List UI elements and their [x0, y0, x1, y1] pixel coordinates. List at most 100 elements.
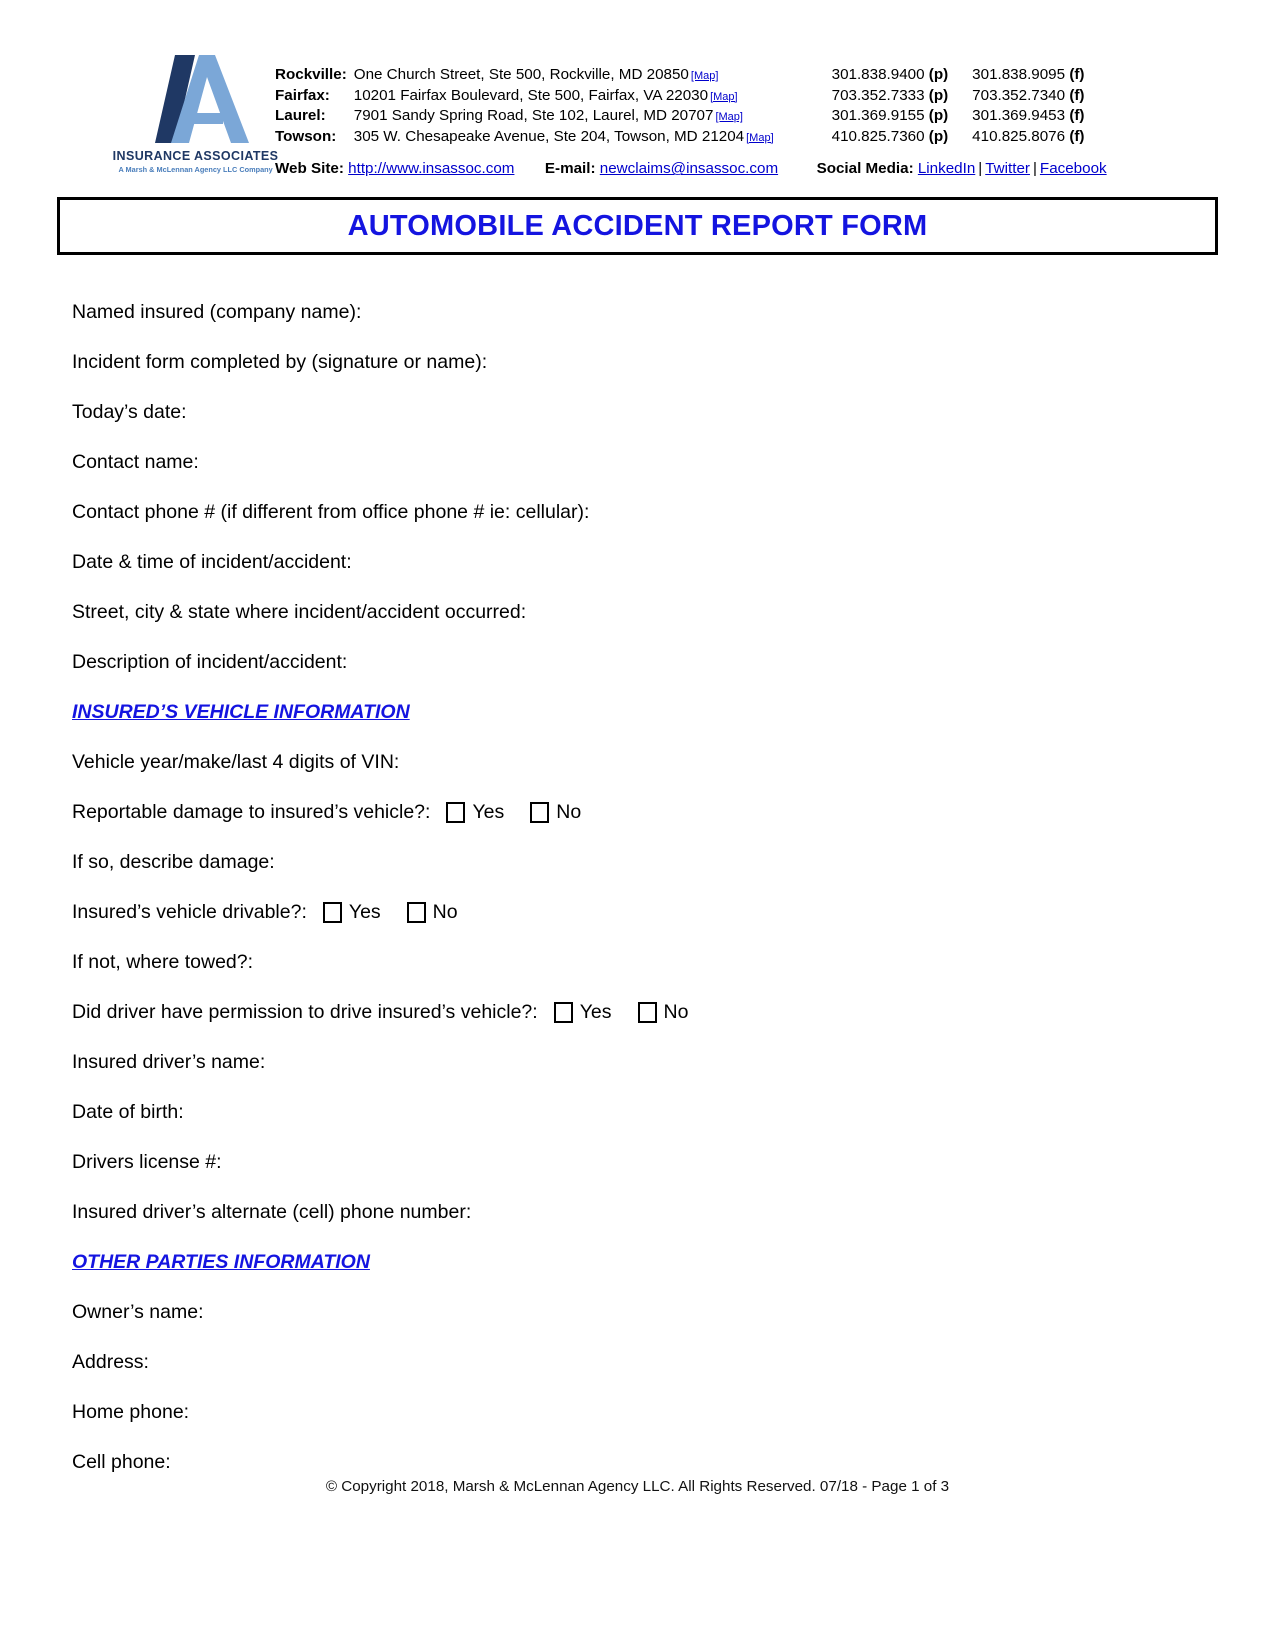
form-field-row-reportable-damage: Reportable damage to insured’s vehicle?:…: [72, 787, 1275, 837]
social-media-label: Social Media:: [816, 160, 914, 178]
map-link[interactable]: [Map]: [691, 70, 719, 82]
office-fax-number: 301.838.9095: [972, 66, 1066, 83]
form-field-row-driver-permission: Did driver have permission to drive insu…: [72, 987, 1275, 1037]
field-label: Cell phone:: [72, 1450, 171, 1473]
checkbox-label-yes: Yes: [348, 900, 381, 923]
office-phone-tag: (p): [928, 107, 949, 125]
office-city: Rockville:: [275, 66, 347, 83]
office-fax-tag: (f): [1069, 127, 1085, 145]
table-row: Towson: 305 W. Chesapeake Avenue, Ste 20…: [275, 127, 1085, 148]
office-phone-tag: (p): [928, 86, 949, 104]
checkbox-vehicle-drivable-no[interactable]: [406, 901, 426, 923]
form-field-row: Drivers license #:: [72, 1137, 1275, 1187]
office-city: Fairfax:: [275, 86, 330, 104]
field-label: If not, where towed?:: [72, 950, 254, 973]
web-contact-row: Web Site: http://www.insassoc.com E-mail…: [275, 160, 1275, 177]
section-heading-label: OTHER PARTIES INFORMATION: [72, 1250, 370, 1273]
office-phone-number: 301.369.9155: [831, 107, 925, 125]
office-address-text: 7901 Sandy Spring Road, Ste 102, Laurel,…: [353, 107, 714, 125]
form-field-row: Named insured (company name):: [72, 287, 1275, 337]
form-field-row: Contact name:: [72, 437, 1275, 487]
form-field-row: Vehicle year/make/last 4 digits of VIN:: [72, 737, 1275, 787]
form-field-row: Date of birth:: [72, 1087, 1275, 1137]
checkbox-label-yes: Yes: [472, 800, 505, 823]
email-link[interactable]: newclaims@insassoc.com: [600, 160, 778, 177]
website-link[interactable]: http://www.insassoc.com: [348, 160, 514, 177]
office-contact-block: Rockville: One Church Street, Ste 500, R…: [275, 55, 1275, 177]
field-label: Named insured (company name):: [72, 300, 362, 323]
form-field-row-vehicle-drivable: Insured’s vehicle drivable?: Yes No: [72, 887, 1275, 937]
office-phone: 703.352.7333 (p): [832, 86, 973, 107]
field-label: Incident form completed by (signature or…: [72, 350, 488, 373]
page-footer: © Copyright 2018, Marsh & McLennan Agenc…: [0, 1478, 1275, 1495]
social-link-facebook[interactable]: Facebook: [1040, 160, 1107, 177]
office-address: 305 W. Chesapeake Avenue, Ste 204, Towso…: [354, 127, 832, 148]
office-phone: 301.369.9155 (p): [832, 106, 973, 127]
office-fax-number: 410.825.8076: [972, 127, 1066, 145]
office-phone-tag: (p): [928, 66, 949, 83]
logo-tagline: A Marsh & McLennan Agency LLC Company: [118, 165, 273, 174]
office-fax-tag: (f): [1069, 107, 1085, 125]
logo-company-name: INSURANCE ASSOCIATES: [112, 149, 279, 163]
social-link-twitter[interactable]: Twitter: [985, 160, 1030, 177]
table-row: Fairfax: 10201 Fairfax Boulevard, Ste 50…: [275, 86, 1085, 107]
field-label: Address:: [72, 1350, 149, 1373]
website-label: Web Site:: [275, 160, 344, 178]
form-title-banner: AUTOMOBILE ACCIDENT REPORT FORM: [57, 197, 1218, 256]
office-address: 10201 Fairfax Boulevard, Ste 500, Fairfa…: [354, 86, 832, 107]
section-heading-label: INSURED’S VEHICLE INFORMATION: [72, 700, 410, 723]
checkbox-vehicle-drivable-yes[interactable]: [322, 901, 342, 923]
checkbox-reportable-damage-yes[interactable]: [446, 801, 466, 823]
field-label: Description of incident/accident:: [72, 650, 348, 673]
office-address-text: 10201 Fairfax Boulevard, Ste 500, Fairfa…: [353, 86, 709, 104]
field-label: Reportable damage to insured’s vehicle?:: [72, 800, 431, 823]
checkbox-label-yes: Yes: [579, 1000, 612, 1023]
form-field-row: Street, city & state where incident/acci…: [72, 587, 1275, 637]
page-header: INSURANCE ASSOCIATES A Marsh & McLennan …: [0, 0, 1275, 177]
form-field-row: If so, describe damage:: [72, 837, 1275, 887]
form-body: Named insured (company name): Incident f…: [72, 255, 1275, 1487]
map-link[interactable]: [Map]: [715, 111, 743, 123]
field-label: Street, city & state where incident/acci…: [72, 600, 527, 623]
office-fax-tag: (f): [1069, 66, 1085, 83]
checkbox-label-no: No: [663, 1000, 689, 1023]
office-fax: 703.352.7340 (f): [972, 86, 1084, 107]
field-label: Contact name:: [72, 450, 199, 473]
checkbox-reportable-damage-no[interactable]: [530, 801, 550, 823]
office-fax: 410.825.8076 (f): [972, 127, 1084, 148]
office-fax-number: 301.369.9453: [972, 107, 1066, 125]
copyright-text: © Copyright 2018, Marsh & McLennan Agenc…: [325, 1478, 950, 1495]
checkbox-label-no: No: [556, 800, 582, 823]
map-link[interactable]: [Map]: [746, 132, 774, 144]
form-field-row: Insured driver’s name:: [72, 1037, 1275, 1087]
field-label: Vehicle year/make/last 4 digits of VIN:: [72, 750, 400, 773]
map-link[interactable]: [Map]: [710, 91, 738, 103]
office-phone-number: 301.838.9400: [831, 66, 925, 83]
office-fax-number: 703.352.7340: [972, 86, 1066, 104]
checkbox-driver-permission-no[interactable]: [637, 1001, 657, 1023]
office-address-text: 305 W. Chesapeake Avenue, Ste 204, Towso…: [353, 127, 745, 145]
field-label: Insured’s vehicle drivable?:: [72, 900, 307, 923]
office-city: Laurel:: [275, 107, 326, 125]
page-title: AUTOMOBILE ACCIDENT REPORT FORM: [347, 209, 928, 242]
checkbox-label-no: No: [432, 900, 458, 923]
field-label: Insured driver’s alternate (cell) phone …: [72, 1200, 472, 1223]
checkbox-driver-permission-yes[interactable]: [553, 1001, 573, 1023]
form-field-row: Contact phone # (if different from offic…: [72, 487, 1275, 537]
form-field-row: Insured driver’s alternate (cell) phone …: [72, 1187, 1275, 1237]
section-heading-other-parties: OTHER PARTIES INFORMATION: [72, 1237, 1275, 1287]
form-field-row: Address:: [72, 1337, 1275, 1387]
office-phone: 301.838.9400 (p): [832, 65, 973, 86]
field-label: Date & time of incident/accident:: [72, 550, 352, 573]
office-phone-tag: (p): [928, 127, 949, 145]
office-city: Towson:: [275, 127, 337, 145]
office-fax: 301.838.9095 (f): [972, 65, 1084, 86]
office-address: One Church Street, Ste 500, Rockville, M…: [354, 65, 832, 86]
form-field-row: Today’s date:: [72, 387, 1275, 437]
office-address-table: Rockville: One Church Street, Ste 500, R…: [275, 65, 1085, 147]
form-field-row: Date & time of incident/accident:: [72, 537, 1275, 587]
office-address-text: One Church Street, Ste 500, Rockville, M…: [353, 66, 689, 83]
social-link-linkedin[interactable]: LinkedIn: [918, 160, 975, 177]
form-field-row: Owner’s name:: [72, 1287, 1275, 1337]
section-heading-insured-vehicle: INSURED’S VEHICLE INFORMATION: [72, 687, 1275, 737]
